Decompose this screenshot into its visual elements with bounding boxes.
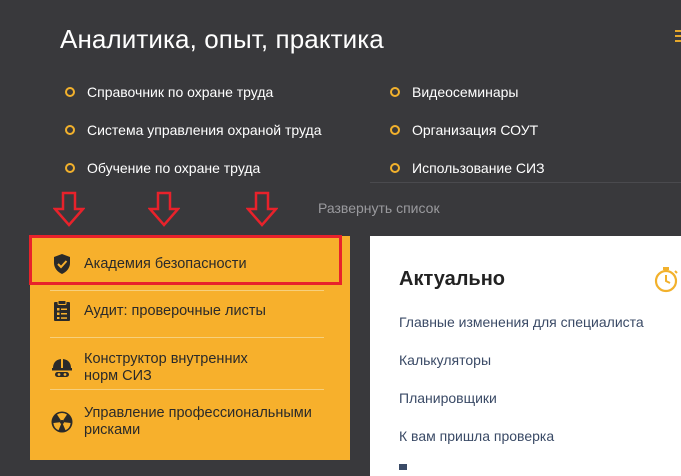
arrow-down-icon bbox=[246, 191, 278, 227]
card-link-partial[interactable] bbox=[399, 464, 407, 470]
clipboard-checklist-icon bbox=[54, 300, 70, 321]
bullet-icon bbox=[390, 87, 400, 97]
panel-item-audit[interactable]: Аудит: проверочные листы bbox=[50, 300, 324, 322]
nav-link-management-system[interactable]: Система управления охраной труда bbox=[65, 122, 321, 138]
nav-link-label: Организация СОУТ bbox=[412, 122, 539, 138]
hardhat-goggles-icon bbox=[52, 359, 72, 377]
nav-link-label: Использование СИЗ bbox=[412, 160, 545, 176]
bullet-icon bbox=[65, 87, 75, 97]
panel-divider bbox=[50, 290, 324, 291]
menu-icon[interactable] bbox=[675, 30, 681, 44]
nav-link-label: Обучение по охране труда bbox=[87, 160, 261, 176]
panel-item-risk-management[interactable]: Управление профессиональными рисками bbox=[50, 404, 324, 440]
nav-link-sout[interactable]: Организация СОУТ bbox=[390, 122, 538, 138]
card-link-calculators[interactable]: Калькуляторы bbox=[399, 352, 491, 368]
panel-divider bbox=[50, 337, 324, 338]
bullet-icon bbox=[390, 125, 400, 135]
panel-item-label: Конструктор внутренних норм СИЗ bbox=[84, 351, 248, 384]
card-link-changes[interactable]: Главные изменения для специалиста bbox=[399, 314, 644, 330]
panel-item-label: Аудит: проверочные листы bbox=[84, 302, 266, 319]
nav-link-label: Система управления охраной труда bbox=[87, 122, 322, 138]
card-title: Актуально bbox=[399, 268, 506, 290]
panel-item-label: Управление профессиональными рисками bbox=[84, 405, 312, 438]
panel-divider bbox=[50, 389, 324, 390]
actual-card: Актуально Главные изменения для специали… bbox=[370, 236, 681, 476]
nav-link-label: Справочник по охране труда bbox=[87, 84, 274, 100]
stopwatch-icon bbox=[654, 267, 678, 293]
bullet-icon bbox=[65, 163, 75, 173]
section-divider bbox=[370, 182, 681, 183]
arrow-down-icon bbox=[53, 191, 85, 227]
radiation-icon bbox=[51, 411, 73, 433]
expand-list-link[interactable]: Развернуть список bbox=[318, 200, 440, 216]
card-link-planners[interactable]: Планировщики bbox=[399, 390, 497, 406]
arrow-down-icon bbox=[148, 191, 180, 227]
nav-link-training[interactable]: Обучение по охране труда bbox=[65, 160, 260, 176]
annotation-highlight-box bbox=[29, 235, 342, 285]
nav-link-label: Видеосеминары bbox=[412, 84, 519, 100]
panel-item-ppe-constructor[interactable]: Конструктор внутренних норм СИЗ bbox=[50, 350, 324, 386]
card-link-inspection[interactable]: К вам пришла проверка bbox=[399, 428, 554, 444]
page-title: Аналитика, опыт, практика bbox=[60, 24, 384, 54]
nav-link-ppe[interactable]: Использование СИЗ bbox=[390, 160, 545, 176]
bullet-icon bbox=[390, 163, 400, 173]
bullet-icon bbox=[65, 125, 75, 135]
nav-link-webinars[interactable]: Видеосеминары bbox=[390, 84, 519, 100]
nav-link-reference[interactable]: Справочник по охране труда bbox=[65, 84, 273, 100]
